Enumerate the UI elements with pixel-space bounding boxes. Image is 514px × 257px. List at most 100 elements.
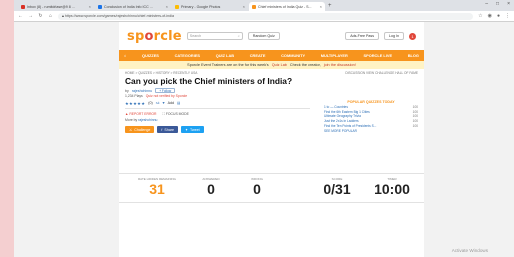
profile-icon[interactable]: ●	[497, 13, 500, 19]
close-icon[interactable]: ×	[243, 4, 245, 9]
twitter-share-button[interactable]: ✦ Tweet	[181, 126, 204, 133]
heart-icon[interactable]: ♥	[162, 101, 164, 105]
forward-icon[interactable]: →	[28, 13, 33, 19]
nav-item-blog[interactable]: BLOG	[408, 53, 419, 58]
author-link[interactable]: rajeshchinnu	[132, 89, 152, 93]
tab-conclusion[interactable]: Conclusion of India Info ICC ... ×	[95, 2, 171, 11]
url-text: https://www.sporcle.com/games/rajeshchin…	[64, 14, 174, 18]
stat-value: 0	[207, 181, 215, 197]
more-by: More by rajeshchinnu	[125, 118, 310, 122]
maximize-button[interactable]: □	[496, 1, 499, 7]
stat-score: Score 0/31	[315, 177, 359, 197]
challenge-button[interactable]: ⚔ Challenge	[125, 126, 155, 133]
quiz-info-left: ★★★★★ (0) 👍︎ ♥ Add ▤ ▲ REPORT ERROR ⛶ FO…	[125, 100, 310, 133]
address-bar[interactable]: 🔒︎ https://www.sporcle.com/games/rajeshc…	[58, 12, 474, 20]
page-title: Can you pick the Chief ministers of Indi…	[125, 76, 293, 86]
random-quiz-button[interactable]: Random Quiz	[247, 32, 280, 40]
announcement-link[interactable]: Quiz Lab	[272, 63, 287, 67]
focus-mode-link[interactable]: ⛶ FOCUS MODE	[163, 112, 189, 116]
stat-timer: Timer 10:00	[365, 177, 419, 197]
search-icon: ⌕	[237, 34, 240, 38]
challenge-icon: ⚔	[129, 127, 133, 132]
page-viewport: sporcle Search ⌕ Random Quiz Ads-Free Pa…	[14, 22, 514, 257]
nav-item-categories[interactable]: CATEGORIES	[175, 53, 200, 58]
stat-value: 0/31	[323, 181, 351, 197]
menu-icon[interactable]: ⋮	[505, 13, 510, 19]
announcement-bar: Sporcle Event Trainers are on the for th…	[119, 61, 424, 69]
nav-item-community[interactable]: COMMUNITY	[281, 53, 305, 58]
search-input[interactable]: Search ⌕	[186, 32, 243, 40]
home-icon[interactable]: ⌂	[48, 13, 53, 19]
gmail-icon	[21, 4, 25, 9]
stat-wrong: Wrong 0	[237, 177, 277, 197]
tab-strip: Inbox (8) - rumitdrlase@9 8 ... × Conclu…	[14, 0, 514, 11]
sporcle-site: sporcle Search ⌕ Random Quiz Ads-Free Pa…	[119, 22, 424, 257]
list-item[interactable]: Find the Ten Points of Presidents S... 10…	[324, 123, 418, 128]
share-row: ⚔ Challenge f Share ✦ Tweet	[125, 126, 310, 133]
site-header: sporcle Search ⌕ Random Quiz Ads-Free Pa…	[119, 22, 424, 50]
byline: by rajeshchinnu + Follow	[119, 86, 424, 93]
new-tab-button[interactable]: +	[328, 2, 332, 11]
close-icon[interactable]: ×	[320, 4, 322, 9]
stat-remaining: Rate Hidden Remaining 31	[131, 177, 183, 197]
follow-button[interactable]: + Follow	[155, 88, 176, 93]
more-by-author[interactable]: rajeshchinnu	[138, 118, 157, 122]
nav-item-create[interactable]: CREATE	[250, 53, 266, 58]
action-row: ▲ REPORT ERROR ⛶ FOCUS MODE	[125, 111, 310, 116]
popular-title: POPULAR QUIZZES TODAY	[347, 100, 395, 104]
tab-label: Chief ministers of India Quiz - S...	[258, 4, 312, 9]
announcement-link[interactable]: join the discussion!	[324, 63, 356, 67]
by-label: by	[125, 88, 129, 93]
nav-item-quizzes[interactable]: QUIZZES	[142, 53, 159, 58]
photos-icon	[175, 4, 179, 9]
playlist-icon[interactable]: ▤	[177, 101, 180, 105]
tab-label: Inbox (8) - rumitdrlase@9 8 ...	[27, 4, 75, 9]
stat-value: 10:00	[374, 181, 410, 197]
close-icon[interactable]: ×	[166, 4, 168, 9]
star-icon[interactable]: ☆	[478, 13, 482, 19]
stat-answered: Answered 0	[191, 177, 231, 197]
facebook-share-button[interactable]: f Share	[157, 126, 179, 133]
notification-badge[interactable]: 1	[409, 32, 416, 40]
tab-photos[interactable]: Primary - Google Photos ×	[172, 2, 248, 11]
nav-item-sporcle-live[interactable]: SPORCLE LIVE	[364, 53, 393, 58]
facebook-icon: f	[161, 127, 163, 132]
back-icon[interactable]: ←	[18, 13, 23, 19]
quiz-info: ★★★★★ (0) 👍︎ ♥ Add ▤ ▲ REPORT ERROR ⛶ FO…	[119, 98, 424, 158]
tab-gmail[interactable]: Inbox (8) - rumitdrlase@9 8 ... ×	[18, 2, 94, 11]
login-button[interactable]: Log In	[384, 32, 404, 40]
score-bar: Rate Hidden Remaining 31 Answered 0 Wron…	[119, 173, 424, 203]
add-label[interactable]: Add	[168, 101, 174, 105]
tab-label: Primary - Google Photos	[181, 4, 221, 9]
close-window-button[interactable]: ×	[507, 1, 510, 7]
report-error-link[interactable]: ▲ REPORT ERROR	[125, 112, 157, 116]
twitter-icon: ✦	[185, 127, 189, 132]
window-controls: – □ ×	[485, 1, 510, 7]
ads-free-button[interactable]: Ads-Free Pass	[345, 32, 379, 40]
announcement-text: Sporcle Event Trainers are on the for th…	[187, 63, 269, 67]
reload-icon[interactable]: ↻	[38, 13, 43, 19]
sporcle-icon	[252, 4, 256, 9]
tab-sporcle[interactable]: Chief ministers of India Quiz - S... ×	[249, 2, 325, 11]
sporcle-logo[interactable]: sporcle	[127, 29, 182, 44]
page-icon	[98, 4, 102, 9]
quiz-links[interactable]: DISCUSSION VIEW CHALLENGE HALL OF FAME	[345, 71, 418, 75]
nav-item-quiz-lab[interactable]: QUIZ LAB	[216, 53, 234, 58]
quiz-board	[119, 203, 424, 257]
thumbs-up-icon[interactable]: 👍︎	[156, 101, 160, 105]
tab-label: Conclusion of India Info ICC ...	[104, 4, 153, 9]
extension-icon[interactable]: ◉	[488, 13, 492, 19]
close-icon[interactable]: ×	[89, 4, 91, 9]
see-more-link[interactable]: SEE MORE POPULAR	[324, 129, 418, 133]
rating-stars[interactable]: ★★★★★	[125, 101, 145, 106]
breadcrumb[interactable]: HOME > QUIZZES > HISTORY > RECENTLY USA	[125, 71, 197, 75]
browser-chrome: Inbox (8) - rumitdrlase@9 8 ... × Conclu…	[14, 0, 514, 22]
minimize-button[interactable]: –	[485, 1, 488, 7]
popular-quizzes: POPULAR QUIZZES TODAY 1 to — Countries 10…	[324, 100, 418, 133]
nav-item-multiplayer[interactable]: MULTIPLAYER	[321, 53, 348, 58]
divider	[125, 108, 310, 109]
more-by-label: More by	[125, 118, 138, 122]
nav-item-home[interactable]: ⌂	[124, 53, 126, 58]
rating-row: ★★★★★ (0) 👍︎ ♥ Add ▤	[125, 100, 310, 106]
left-window-edge	[0, 0, 14, 257]
